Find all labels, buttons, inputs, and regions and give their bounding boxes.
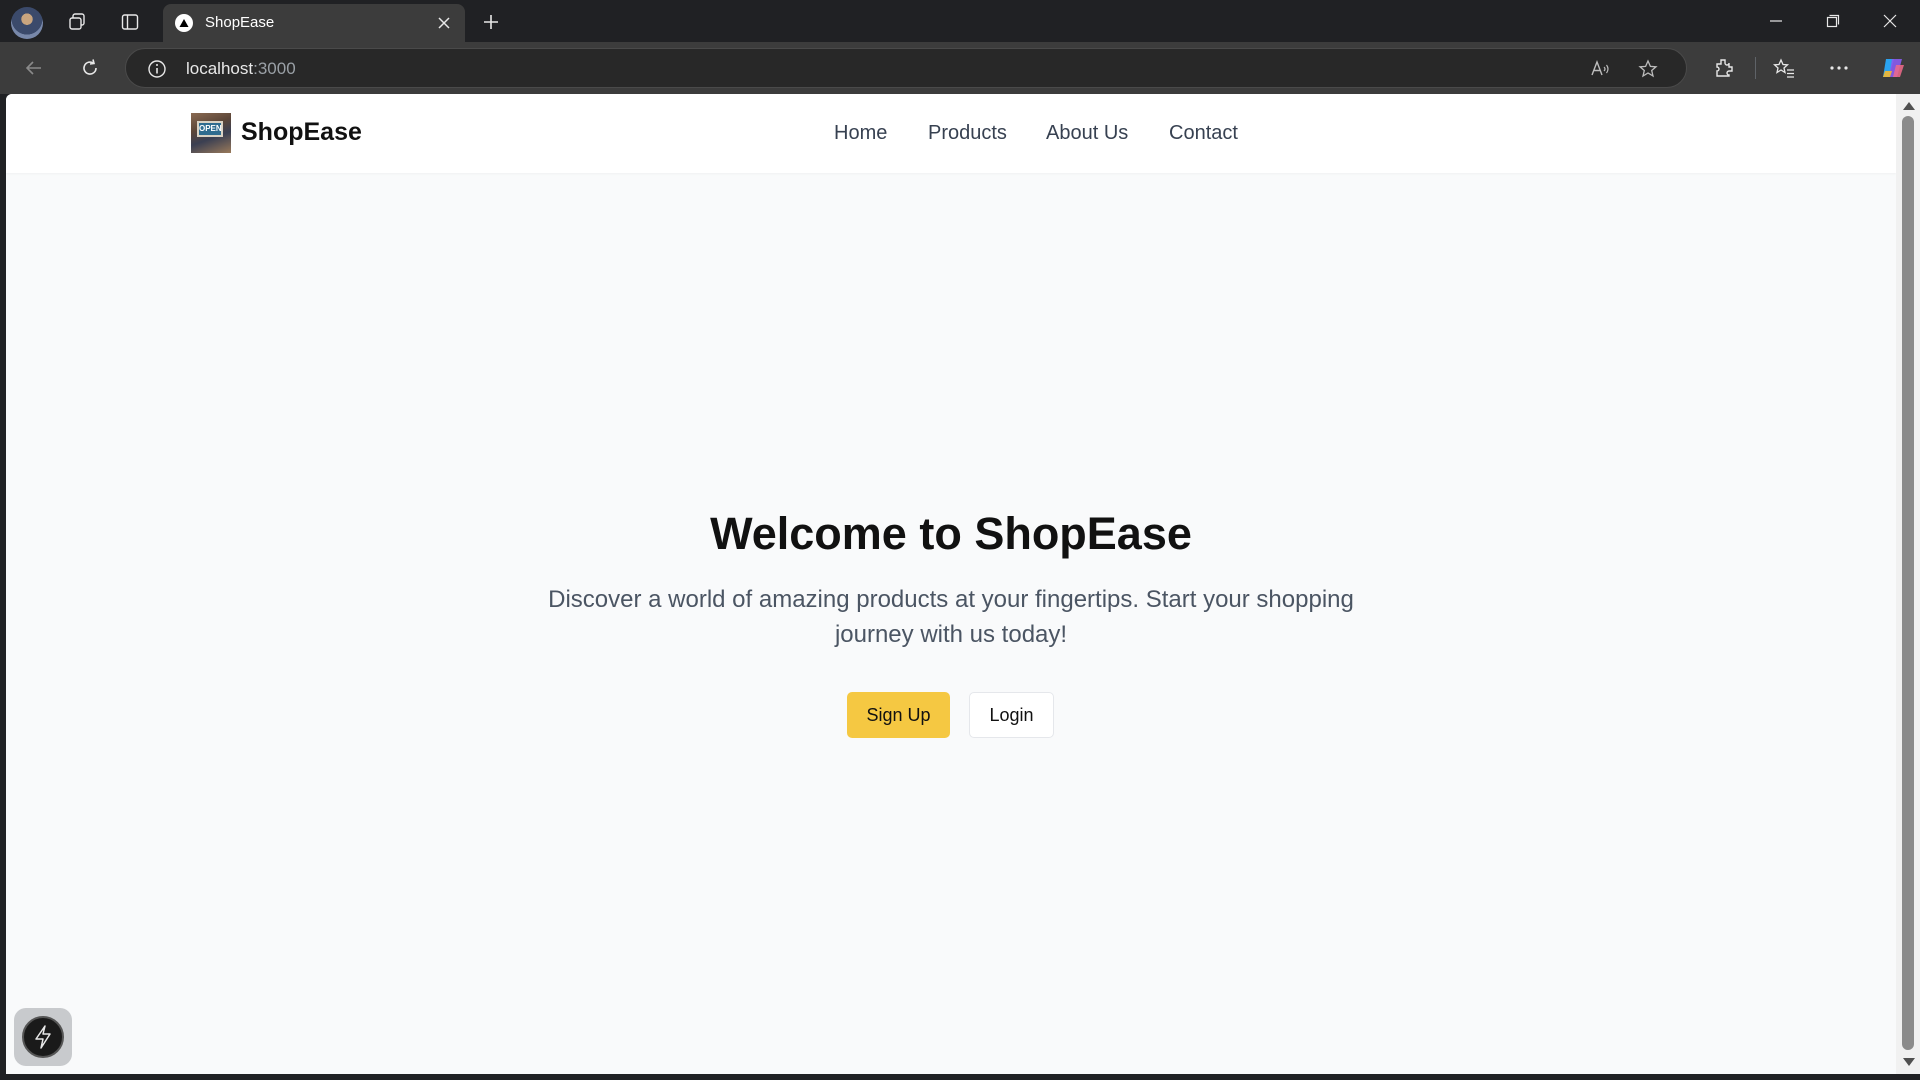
url-host: localhost [186,59,254,78]
triangle-favicon-icon [175,14,193,32]
window-bottom-edge [0,1074,1920,1080]
tab-title: ShopEase [205,14,275,31]
sign-up-button[interactable]: Sign Up [847,692,950,738]
site-header: OPEN ShopEase Home Products About Us Con… [6,94,1896,173]
star-icon[interactable] [1633,55,1663,83]
nav-link-home[interactable]: Home [834,122,887,145]
site-logo[interactable]: OPEN [191,113,231,153]
restore-icon[interactable] [1805,0,1861,42]
url-text: localhost:3000 [186,59,296,79]
page-scrollbar[interactable] [1896,94,1920,1074]
browser-titlebar: ShopEase [0,0,1920,42]
profile-avatar[interactable] [11,7,43,39]
logo-open-sign: OPEN [197,121,223,137]
extensions-icon[interactable] [1707,52,1741,84]
scrollbar-thumb[interactable] [1902,116,1914,1050]
copilot-icon[interactable] [1876,52,1910,84]
hero-title: Welcome to ShopEase [710,508,1192,559]
favorites-icon[interactable] [1767,52,1801,84]
lightning-icon [22,1016,64,1058]
nav-link-about-us[interactable]: About Us [1046,122,1128,145]
hero-section: Welcome to ShopEase Discover a world of … [6,94,1896,1074]
close-icon[interactable] [433,12,455,34]
brand-name[interactable]: ShopEase [241,118,362,147]
browser-toolbar: localhost:3000 [0,42,1920,94]
back-arrow-icon[interactable] [16,51,52,85]
hero-subtitle: Discover a world of amazing products at … [548,586,1354,648]
toolbar-divider [1755,57,1756,79]
nav-link-contact[interactable]: Contact [1169,122,1238,145]
page-viewport: Welcome to ShopEase Discover a world of … [6,94,1896,1074]
browser-tab-active[interactable]: ShopEase [163,4,465,42]
vertical-tabs-icon[interactable] [114,7,146,37]
window-close-icon[interactable] [1862,0,1918,42]
scroll-up-icon[interactable] [1903,102,1915,110]
dev-tools-badge[interactable] [14,1008,72,1066]
info-icon[interactable] [142,55,172,83]
plus-icon[interactable] [476,7,506,37]
workspaces-icon[interactable] [61,7,93,37]
more-icon[interactable] [1822,52,1856,84]
read-aloud-icon[interactable] [1586,55,1616,83]
refresh-icon[interactable] [72,51,108,85]
url-port: :3000 [253,59,296,78]
login-button[interactable]: Login [969,692,1054,738]
scroll-down-icon[interactable] [1903,1058,1915,1066]
address-bar[interactable]: localhost:3000 [125,48,1687,88]
nav-link-products[interactable]: Products [928,122,1007,145]
logo-sign-text: OPEN [199,124,222,133]
minimize-icon[interactable] [1748,0,1804,42]
